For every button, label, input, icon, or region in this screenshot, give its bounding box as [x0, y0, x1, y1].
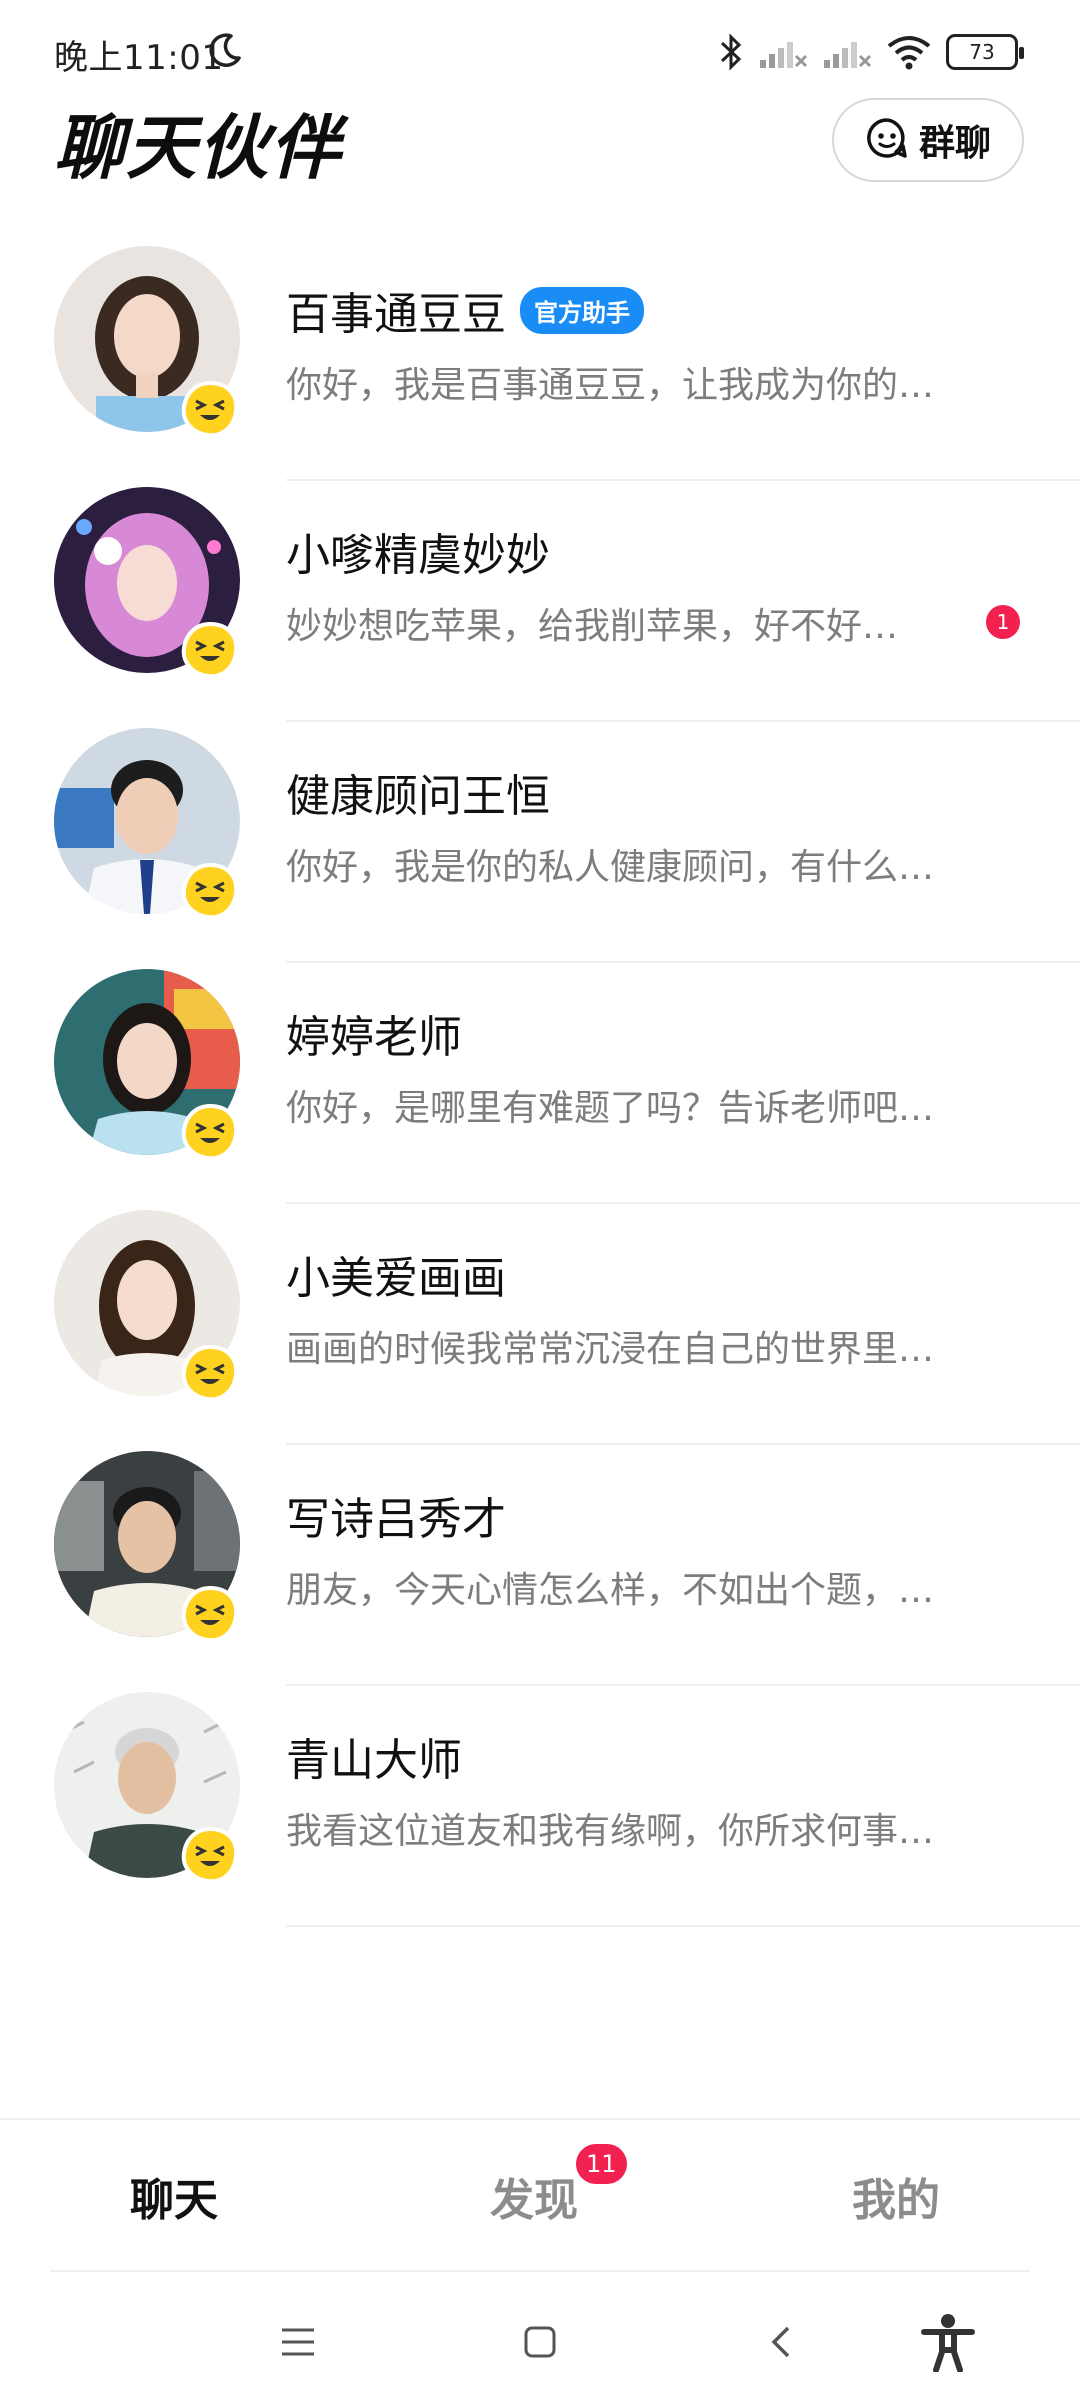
smiley-icon	[178, 618, 242, 682]
divider	[286, 1925, 1080, 1927]
system-nav-bar	[0, 2272, 1080, 2400]
chat-item-wangheng[interactable]: 健康顾问王恒 你好，我是你的私人健康顾问，有什么…	[0, 722, 1080, 963]
chat-item-miaomiao[interactable]: 小嗲精虞妙妙 妙妙想吃苹果，给我削苹果，好不好… 1	[0, 481, 1080, 722]
smiley-icon	[178, 1341, 242, 1405]
chat-name: 写诗吕秀才	[286, 1494, 506, 1545]
chat-name: 青山大师	[286, 1735, 462, 1786]
menu-icon[interactable]	[268, 2312, 328, 2372]
smiley-icon	[178, 377, 242, 441]
signal-icon	[758, 34, 808, 70]
chat-name: 小美爱画画	[286, 1253, 506, 1304]
moon-icon	[205, 30, 245, 70]
chat-name-row: 小嗲精虞妙妙	[286, 519, 550, 583]
official-assistant-badge: 官方助手	[520, 286, 644, 334]
chat-name-row: 青山大师	[286, 1724, 462, 1788]
chat-name: 健康顾问王恒	[286, 771, 550, 822]
home-icon[interactable]	[510, 2312, 570, 2372]
discover-badge: 11	[576, 2144, 627, 2184]
smiley-icon	[178, 1582, 242, 1646]
chat-name: 小嗲精虞妙妙	[286, 530, 550, 581]
chat-item-lvxiucai[interactable]: 写诗吕秀才 朋友，今天心情怎么样，不如出个题，…	[0, 1445, 1080, 1686]
back-icon[interactable]	[752, 2312, 812, 2372]
wifi-icon	[886, 34, 932, 70]
chat-name-row: 小美爱画画	[286, 1242, 506, 1306]
tab-mine[interactable]: 我的	[852, 2164, 940, 2228]
chat-name: 百事通豆豆	[286, 289, 506, 340]
chat-preview: 你好，我是百事通豆豆，让我成为你的…	[286, 365, 935, 406]
group-chat-button[interactable]: 群聊	[832, 98, 1024, 182]
page-title: 聊天伙伴	[54, 107, 342, 189]
tab-chat[interactable]: 聊天	[130, 2164, 218, 2228]
bottom-tab-bar: 聊天 发现 11 我的	[0, 2118, 1080, 2272]
smiley-icon	[178, 1823, 242, 1887]
chat-name-row: 健康顾问王恒	[286, 760, 550, 824]
chat-list: 百事通豆豆 官方助手 你好，我是百事通豆豆，让我成为你的… 小嗲精虞妙妙 妙妙想…	[0, 240, 1080, 1927]
chat-item-tingting[interactable]: 婷婷老师 你好，是哪里有难题了吗？告诉老师吧…	[0, 963, 1080, 1204]
chat-preview: 你好，是哪里有难题了吗？告诉老师吧…	[286, 1088, 935, 1129]
tab-discover[interactable]: 发现	[490, 2164, 578, 2228]
status-time: 晚上11:01	[54, 38, 224, 78]
unread-count-badge: 1	[986, 605, 1020, 639]
chat-name-row: 写诗吕秀才	[286, 1483, 506, 1547]
chat-preview: 画画的时候我常常沉浸在自己的世界里…	[286, 1329, 935, 1370]
smiley-icon	[178, 859, 242, 923]
chat-preview: 朋友，今天心情怎么样，不如出个题，…	[286, 1570, 935, 1611]
battery-indicator: 73	[946, 34, 1024, 70]
group-chat-label: 群聊	[918, 123, 991, 164]
chat-item-qingshan[interactable]: 青山大师 我看这位道友和我有缘啊，你所求何事…	[0, 1686, 1080, 1927]
chat-name-row: 百事通豆豆 官方助手	[286, 278, 644, 342]
chat-preview: 妙妙想吃苹果，给我削苹果，好不好…	[286, 606, 899, 647]
status-icons: 73	[718, 30, 1024, 74]
chat-preview: 你好，我是你的私人健康顾问，有什么…	[286, 847, 935, 888]
chat-name: 婷婷老师	[286, 1012, 462, 1063]
chat-name-row: 婷婷老师	[286, 1001, 462, 1065]
group-chat-icon	[865, 116, 909, 164]
chat-item-xiaomei[interactable]: 小美爱画画 画画的时候我常常沉浸在自己的世界里…	[0, 1204, 1080, 1445]
smiley-icon	[178, 1100, 242, 1164]
signal-icon-2	[822, 34, 872, 70]
status-bar: 晚上11:01 73	[0, 0, 1080, 100]
chat-item-doudou[interactable]: 百事通豆豆 官方助手 你好，我是百事通豆豆，让我成为你的…	[0, 240, 1080, 481]
chat-preview: 我看这位道友和我有缘啊，你所求何事…	[286, 1811, 935, 1852]
bluetooth-icon	[718, 32, 744, 72]
accessibility-icon[interactable]	[918, 2312, 978, 2372]
